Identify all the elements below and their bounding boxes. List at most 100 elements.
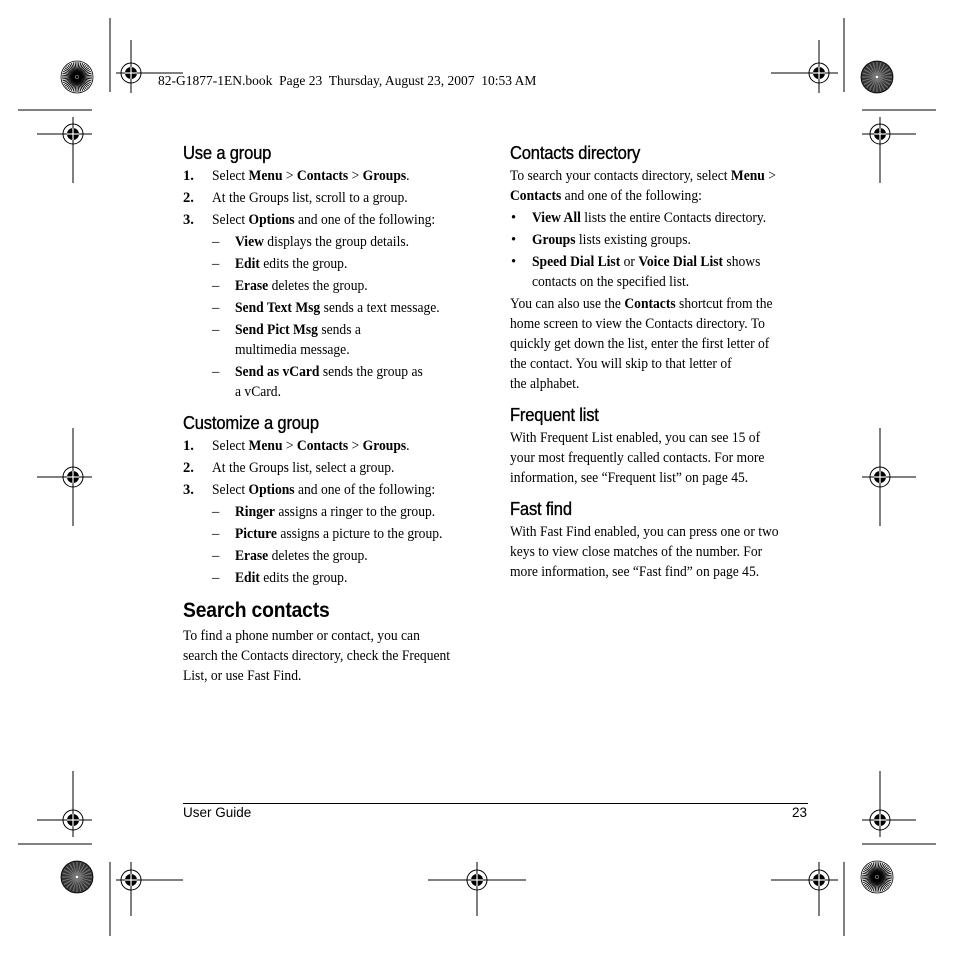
registration-mark-bottom-right [771, 862, 838, 916]
text-line: Select Options and one of the following: [212, 482, 436, 498]
dash-marker: – [212, 234, 220, 250]
text-line: keys to view close matches of the number… [510, 544, 763, 560]
option-item: – Edit edits the group. [183, 254, 483, 274]
bold-term: View [235, 234, 264, 250]
page-number: 23 [791, 805, 807, 820]
section-use-a-group: Use a group 1. Select Menu > Contacts > G… [183, 142, 483, 402]
bold-term: Groups [362, 438, 407, 454]
step-number: 1. [183, 438, 194, 454]
contacts-shortcut-paragraph: You can also use the Contacts shortcut f… [510, 294, 810, 394]
text-line: Erase deletes the group. [235, 278, 368, 294]
step-number: 3. [183, 482, 194, 498]
text-line: At the Groups list, scroll to a group. [212, 190, 408, 206]
frequent-list-text: With Frequent List enabled, you can see … [510, 428, 810, 488]
dash-marker: – [212, 570, 220, 586]
text-line: Select Menu > Contacts > Groups. [212, 438, 410, 454]
text-line: more information, see “Fast find” on pag… [510, 564, 760, 580]
bold-term: Ringer [235, 504, 275, 520]
step-number: 2. [183, 190, 194, 206]
text-line: home screen to view the Contacts directo… [510, 316, 765, 332]
color-target-top-left [60, 60, 94, 94]
step-number: 3. [183, 212, 194, 228]
bullet-item: • Speed Dial List or Voice Dial List show… [510, 252, 810, 292]
registration-mark-right-lower [862, 771, 936, 845]
bold-term: Contacts [510, 188, 562, 204]
contacts-directory-intro: To search your contacts directory, selec… [510, 166, 810, 206]
bold-term: Send as vCard [235, 364, 320, 380]
contacts-directory-options: • View All lists the entire Contacts dire… [510, 208, 810, 292]
bold-term: Edit [235, 570, 260, 586]
dash-marker: – [212, 364, 220, 380]
text-line: information, see “Frequent list” on page… [510, 470, 749, 486]
text-line: Erase deletes the group. [235, 548, 368, 564]
bold-term: Picture [235, 526, 277, 542]
bullet-item: • View All lists the entire Contacts dire… [510, 208, 810, 228]
option-list: – Ringer assigns a ringer to the group. – P… [212, 502, 483, 588]
search-contacts-text: To find a phone number or contact, you c… [183, 626, 483, 686]
option-item: – Send Text Msg sends a text message. [183, 298, 483, 318]
text-line: At the Groups list, select a group. [212, 460, 395, 476]
text-line: the alphabet. [510, 376, 580, 392]
dash-marker: – [212, 548, 220, 564]
heading-fast-find: Fast find [510, 499, 572, 519]
bold-term: Menu [248, 168, 283, 184]
text-line: Picture assigns a picture to the group. [235, 526, 443, 542]
color-target-top-right [860, 60, 894, 94]
text-line: search the Contacts directory, check the… [183, 648, 451, 664]
use-group-steps: 1. Select Menu > Contacts > Groups. 2. At t… [183, 166, 483, 402]
option-list: – View displays the group details. – Edit e… [212, 232, 483, 402]
text-line: your most frequently called contacts. Fo… [510, 450, 765, 466]
section-search-contacts: Search contacts To find a phone number o… [183, 598, 483, 686]
step-item: 1. Select Menu > Contacts > Groups. [183, 436, 483, 456]
heading-frequent-list: Frequent list [510, 405, 599, 425]
registration-mark-bottom-center [428, 862, 526, 916]
text-line: Send as vCard sends the group as [235, 364, 423, 380]
text-line: a vCard. [235, 384, 281, 400]
text-line: You can also use the Contacts shortcut f… [510, 296, 773, 312]
bullet-icon: • [511, 232, 517, 248]
step-number: 1. [183, 168, 194, 184]
bullet-item: • Groups lists existing groups. [510, 230, 810, 250]
bold-term: Options [248, 482, 295, 498]
step-item: 2. At the Groups list, select a group. [183, 458, 483, 478]
fast-find-text: With Fast Find enabled, you can press on… [510, 522, 810, 582]
text-line: quickly get down the list, enter the fir… [510, 336, 770, 352]
dash-marker: – [212, 300, 220, 316]
bold-term: Erase [235, 548, 269, 564]
text-line: View All lists the entire Contacts direc… [532, 210, 767, 226]
option-item: – Erase deletes the group. [183, 276, 483, 296]
text-line: Send Text Msg sends a text message. [235, 300, 440, 316]
text-line: With Frequent List enabled, you can see … [510, 430, 761, 446]
section-contacts-directory: Contacts directory To search your contac… [510, 142, 810, 394]
text-line: Send Pict Msg sends a [235, 322, 361, 338]
color-target-bottom-left [60, 860, 94, 894]
text-line: Groups lists existing groups. [532, 232, 691, 248]
step-number: 2. [183, 460, 194, 476]
text-line: To search your contacts directory, selec… [510, 168, 776, 184]
option-item: – Picture assigns a picture to the group. [183, 524, 483, 544]
section-frequent-list: Frequent list With Frequent List enabled… [510, 404, 810, 488]
option-item: – View displays the group details. [183, 232, 483, 252]
bold-term: Contacts [624, 296, 676, 312]
registration-mark-left-lower [18, 771, 92, 845]
registration-mark-top-right [771, 40, 838, 93]
bold-term: Erase [235, 278, 269, 294]
dash-marker: – [212, 322, 220, 338]
text-line: Edit edits the group. [235, 256, 348, 272]
heading-use-a-group: Use a group [183, 143, 272, 163]
registration-mark-right-upper [862, 109, 936, 183]
text-line: Select Options and one of the following: [212, 212, 436, 228]
footer-title: User Guide [183, 805, 252, 820]
registration-mark-bottom-left [116, 862, 183, 916]
bold-term: Contacts [296, 438, 349, 454]
footer-rule [183, 803, 808, 804]
bold-term: Groups [362, 168, 407, 184]
customize-group-steps: 1. Select Menu > Contacts > Groups. 2. At t… [183, 436, 483, 588]
step-item: 2. At the Groups list, scroll to a group. [183, 188, 483, 208]
section-customize-a-group: Customize a group 1. Select Menu > Contac… [183, 412, 483, 588]
registration-mark-middle-left [37, 428, 92, 526]
bold-term: Menu [248, 438, 283, 454]
dash-marker: – [212, 526, 220, 542]
bold-term: Send Text Msg [235, 300, 321, 316]
text-line: Ringer assigns a ringer to the group. [235, 504, 436, 520]
